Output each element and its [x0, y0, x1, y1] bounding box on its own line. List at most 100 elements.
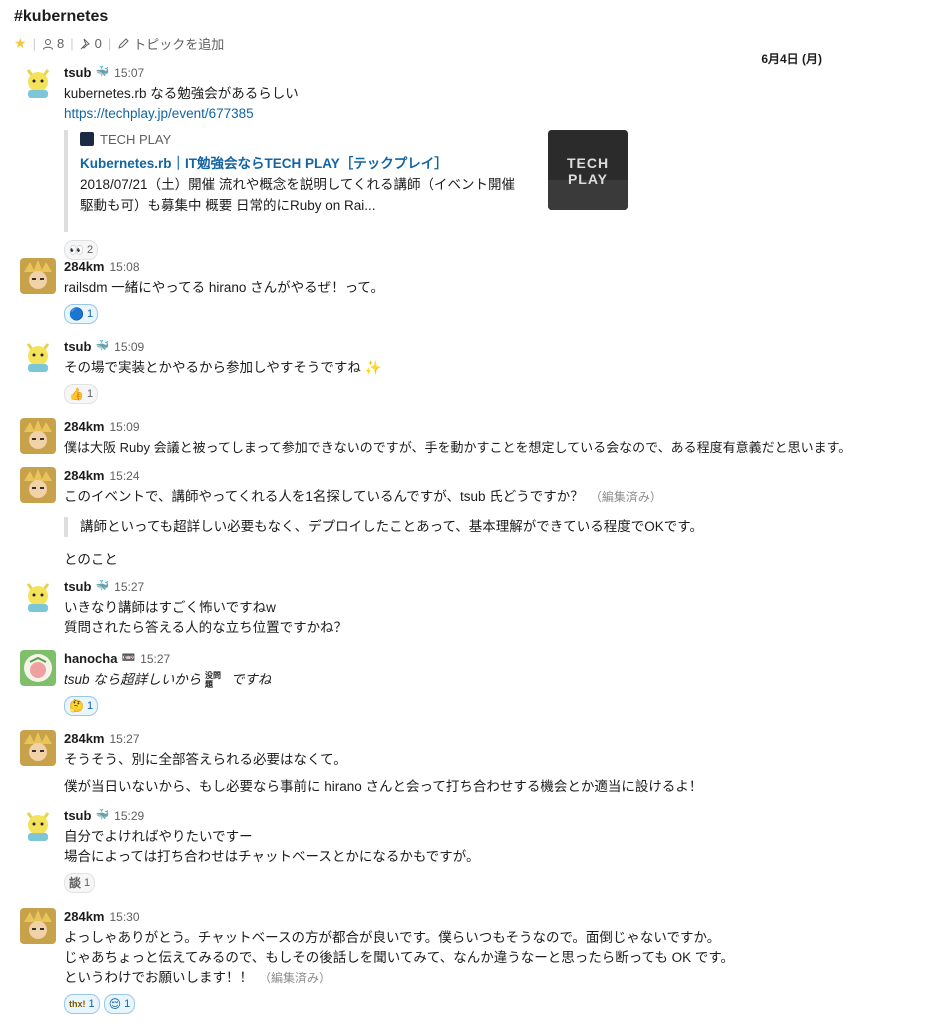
edited-label: （編集済み）: [589, 490, 662, 504]
author-name[interactable]: tsub: [64, 808, 91, 823]
whale-status-icon: 🐳: [95, 340, 110, 352]
relieved-face-icon: 😌: [108, 997, 122, 1011]
avatar[interactable]: [20, 258, 56, 294]
thumb-text: TECH: [567, 155, 609, 171]
channel-header: #kubernetes ★ | 8 | 0 | トピックを追加: [14, 8, 224, 53]
avatar[interactable]: [20, 418, 56, 454]
message-text: 場合によっては打ち合わせはチャットベースとかになるかもですが。: [64, 849, 480, 864]
pin-icon: [80, 38, 90, 49]
message-text: とのこと: [64, 552, 118, 567]
avatar[interactable]: [20, 467, 56, 503]
eyes-icon: 👀: [69, 243, 84, 257]
avatar[interactable]: [20, 578, 56, 614]
pins-button[interactable]: 0: [80, 36, 102, 51]
whale-status-icon: 🐳: [95, 809, 110, 821]
members-button[interactable]: 8: [42, 36, 64, 51]
whale-status-icon: 🐳: [95, 66, 110, 78]
reaction-count: 1: [124, 998, 131, 1010]
message-text: よっしゃありがとう。チャットベースの方が都合が良いです。僕らいつもそうなので。面…: [64, 930, 721, 945]
pins-count: 0: [94, 36, 102, 51]
reactions: 🔵 1: [64, 304, 920, 324]
channel-name[interactable]: #kubernetes: [14, 8, 224, 26]
thinking-face-icon: 🤔: [69, 699, 84, 713]
message-text: railsdm 一緒にやってる hirano さんがやるぜ！って。: [64, 280, 385, 295]
message-text: kubernetes.rb なる勉強会があるらしい: [64, 86, 299, 101]
divider: |: [32, 36, 36, 51]
message-text: 質問されたら答える人的な立ち位置ですかね？: [64, 620, 348, 635]
members-count: 8: [56, 36, 65, 51]
add-topic-button[interactable]: トピックを追加: [117, 34, 224, 53]
reaction-thx[interactable]: thx! 1: [64, 994, 100, 1014]
message-text: 僕が当日いないから、もし必要なら事前に hirano さんと会って打ち合わせする…: [64, 779, 703, 794]
message-text-span: このイベントで、講師やってくれる人を1名探しているんですが、tsub 氏どうです…: [64, 489, 584, 504]
author-name[interactable]: 284km: [64, 731, 104, 746]
timestamp[interactable]: 15:29: [114, 809, 144, 823]
reaction-relieved[interactable]: 😌 1: [103, 994, 136, 1014]
link-preview: TECH PLAY Kubernetes.rb｜IT勉強会ならTECH PLAY…: [64, 130, 640, 232]
timestamp[interactable]: 15:09: [109, 420, 139, 434]
person-icon: [42, 38, 53, 50]
timestamp[interactable]: 15:08: [109, 260, 139, 274]
status-icon: 📼: [121, 652, 136, 664]
avatar[interactable]: [20, 908, 56, 944]
reaction-eyes[interactable]: 👀 2: [64, 240, 99, 260]
message-link[interactable]: https://techplay.jp/event/677385: [64, 104, 920, 124]
author-name[interactable]: 284km: [64, 259, 104, 274]
message-text-span: tsub なら超詳しいから: [64, 672, 202, 687]
timestamp[interactable]: 15:24: [109, 469, 139, 483]
add-topic-label: トピックを追加: [133, 37, 225, 52]
reaction-count: 1: [86, 700, 94, 712]
divider: |: [107, 36, 112, 51]
reaction-blue-circle[interactable]: 🔵 1: [64, 304, 99, 324]
author-name[interactable]: tsub: [64, 579, 91, 594]
reaction-count: 1: [84, 877, 91, 889]
edited-label: （編集済み）: [259, 971, 332, 985]
divider: |: [70, 36, 74, 51]
message-text: 自分でよければやりたいですー: [64, 829, 253, 844]
message-text: その場で実装とかやるから参加しやすそうですね ✨: [64, 360, 382, 375]
pencil-icon: [118, 37, 129, 49]
timestamp[interactable]: 15:27: [114, 580, 144, 594]
avatar[interactable]: [20, 338, 56, 374]
reactions: thx! 1 😌 1: [64, 994, 920, 1014]
author-name[interactable]: 284km: [64, 909, 104, 924]
preview-site-name: TECH PLAY: [100, 131, 172, 147]
message-text: というわけでお願いします！！ （編集済み）: [64, 968, 920, 988]
message-text-span: ですね: [230, 672, 272, 687]
avatar[interactable]: [20, 64, 56, 100]
author-name[interactable]: tsub: [64, 339, 91, 354]
thumbs-up-icon: 👍: [69, 387, 84, 401]
star-icon[interactable]: ★: [14, 35, 27, 52]
preview-desc-line: 駆動も可）も募集中 概要 日常的にRuby on Rai...: [80, 198, 376, 213]
reaction-count: 2: [86, 244, 94, 256]
author-name[interactable]: 284km: [64, 419, 104, 434]
preview-desc-line: 2018/07/21（土）開催 流れや概念を説明してくれる講師（イベント開催: [80, 177, 516, 192]
author-name[interactable]: hanocha: [64, 651, 117, 666]
reaction-count: 1: [86, 308, 94, 320]
message-text: このイベントで、講師やってくれる人を1名探しているんですが、tsub 氏どうです…: [64, 487, 920, 507]
timestamp[interactable]: 15:30: [109, 910, 139, 924]
message-text: そうそう、別に全部答えられる必要はなくて。: [64, 752, 347, 767]
custom-emoji-mondainai-icon: 没問題: [205, 671, 222, 690]
message-text: tsub なら超詳しいから 没問題 ですね: [64, 670, 920, 690]
reactions: 👀 2: [64, 240, 920, 260]
timestamp[interactable]: 15:07: [114, 66, 144, 80]
author-name[interactable]: tsub: [64, 65, 91, 80]
avatar[interactable]: [20, 807, 56, 843]
message-text: いきなり講師はすごく怖いですねw: [64, 600, 276, 615]
reaction-thumbsup[interactable]: 👍 1: [64, 384, 99, 404]
author-name[interactable]: 284km: [64, 468, 104, 483]
blockquote: 講師といっても超詳しい必要もなく、デプロイしたことあって、基本理解ができている程…: [64, 517, 920, 537]
reactions: 👍 1: [64, 384, 920, 404]
preview-thumbnail[interactable]: TECH PLAY: [548, 130, 628, 210]
reactions: 🤔 1: [64, 696, 920, 716]
whale-status-icon: 🐳: [95, 580, 110, 592]
timestamp[interactable]: 15:09: [114, 340, 144, 354]
avatar[interactable]: [20, 650, 56, 686]
reaction-custom[interactable]: 談1: [64, 873, 96, 893]
timestamp[interactable]: 15:27: [140, 652, 170, 666]
reaction-thinking[interactable]: 🤔 1: [64, 696, 99, 716]
reaction-count: 1: [88, 998, 95, 1010]
timestamp[interactable]: 15:27: [109, 732, 139, 746]
avatar[interactable]: [20, 730, 56, 766]
